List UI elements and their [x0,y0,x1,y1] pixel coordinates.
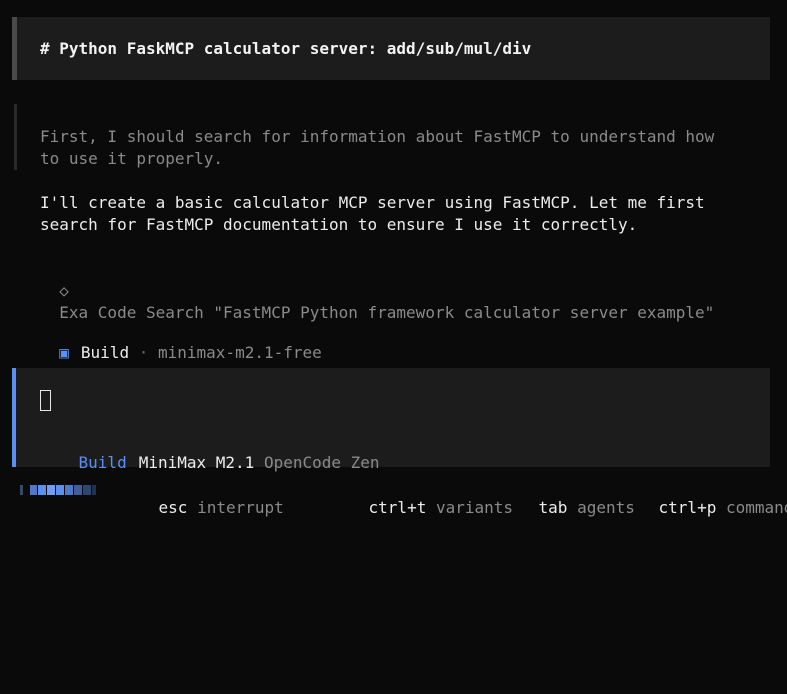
reasoning-line-2: to use it properly. [40,149,224,168]
reasoning-line-1: First, I should search for information a… [40,127,715,146]
build-status: ▣ Build · minimax-m2.1-free [40,324,322,362]
user-message-block: # Python FaskMCP calculator server: add/… [12,17,770,80]
tool-call-text: Exa Code Search "FastMCP Python framewor… [59,303,715,322]
reasoning-indicator-bar [14,104,17,170]
build-square-icon: ▣ [59,343,69,362]
footer-bar: esc interrupt ctrl+t variants tab agents… [0,479,787,517]
build-model-name: minimax-m2.1-free [158,343,322,362]
agent-selector[interactable]: Build [79,453,127,472]
model-selector[interactable]: MiniMax M2.1 [139,453,255,472]
build-label: Build [80,343,130,362]
response-line-2: search for FastMCP documentation to ensu… [40,215,638,234]
build-separator: · [138,343,149,362]
user-message-text: # Python FaskMCP calculator server: add/… [40,39,532,58]
text-cursor [40,390,51,411]
diamond-icon: ◇ [59,281,69,300]
loading-spinner-icon [20,485,96,495]
provider-label: OpenCode Zen [263,453,380,472]
prompt-input[interactable]: Build MiniMax M2.1 OpenCode Zen [12,368,770,472]
response-line-1: I'll create a basic calculator MCP serve… [40,193,705,212]
tool-call-line[interactable]: ◇ Exa Code Search "FastMCP Python framew… [40,258,714,324]
